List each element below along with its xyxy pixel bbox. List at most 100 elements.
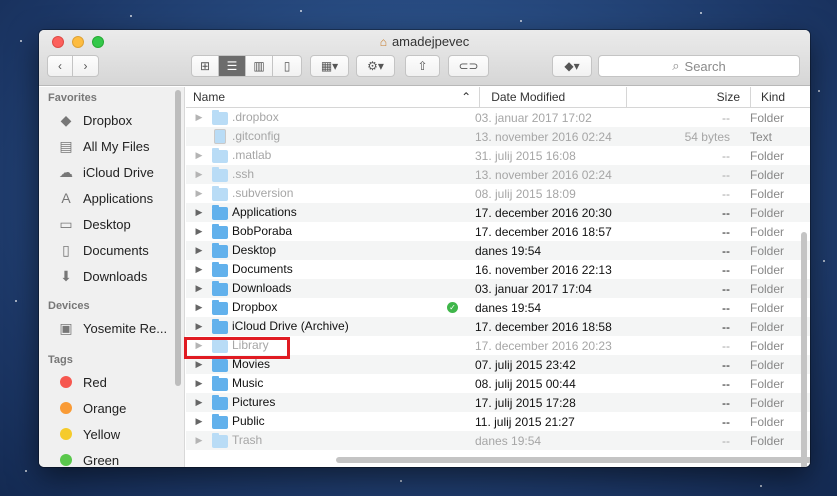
disclosure-triangle-icon[interactable]: ▶ bbox=[186, 302, 212, 313]
disclosure-triangle-icon[interactable]: ▶ bbox=[186, 397, 212, 408]
list-view-button[interactable]: ☰ bbox=[219, 56, 246, 76]
table-row[interactable]: ▶ .dropbox 03. januar 2017 17:02 -- Folder bbox=[186, 108, 810, 127]
sidebar-item-applications[interactable]: A Applications bbox=[39, 185, 184, 211]
disclosure-triangle-icon[interactable]: ▶ bbox=[186, 150, 212, 161]
file-name-cell: Pictures bbox=[212, 395, 464, 410]
sidebar-item-documents[interactable]: ▯ Documents bbox=[39, 237, 184, 263]
back-button[interactable]: ‹ bbox=[48, 56, 73, 76]
date-modified-cell: 08. julij 2015 18:09 bbox=[475, 186, 576, 201]
file-name-cell: BobPoraba bbox=[212, 224, 464, 239]
disclosure-triangle-icon[interactable]: ▶ bbox=[186, 226, 212, 237]
window-title-text: amadejpevec bbox=[391, 34, 470, 49]
table-row[interactable]: ▶ .subversion 08. julij 2015 18:09 -- Folder bbox=[186, 184, 810, 203]
sidebar-item-icloud-drive[interactable]: ☁ iCloud Drive bbox=[39, 159, 184, 185]
table-row[interactable]: ▶ Desktop danes 19:54 -- Folder bbox=[186, 241, 810, 260]
icon-view-button[interactable]: ⊞ bbox=[192, 56, 219, 76]
disclosure-triangle-icon[interactable]: ▶ bbox=[186, 359, 212, 370]
sidebar-item-downloads[interactable]: ⬇ Downloads bbox=[39, 263, 184, 289]
sync-status-icon: ✓ bbox=[447, 302, 458, 314]
table-row[interactable]: ▶ Documents 16. november 2016 22:13 -- Folde… bbox=[186, 260, 810, 279]
tags-header: Tags bbox=[48, 354, 73, 366]
sidebar-tag-red[interactable]: Red bbox=[39, 369, 184, 395]
file-name: iCloud Drive (Archive) bbox=[232, 319, 349, 334]
forward-button[interactable]: › bbox=[73, 56, 98, 76]
file-name-cell: iCloud Drive (Archive) bbox=[212, 319, 464, 334]
size-column-header[interactable]: Size bbox=[627, 87, 752, 107]
star bbox=[760, 485, 762, 487]
dropbox-icon: ◆▾ bbox=[564, 59, 580, 73]
disclosure-triangle-icon[interactable]: ▶ bbox=[186, 245, 212, 256]
file-name-cell: .subversion bbox=[212, 186, 464, 201]
disclosure-triangle-icon[interactable]: ▶ bbox=[186, 112, 212, 123]
table-row[interactable]: ▶ Downloads 03. januar 2017 17:04 -- Folder bbox=[186, 279, 810, 298]
highlight-box bbox=[184, 337, 290, 359]
dropbox-menu-button[interactable]: ◆▾ bbox=[552, 55, 592, 77]
sidebar-item-dropbox[interactable]: ◆ Dropbox bbox=[39, 107, 184, 133]
share-button[interactable]: ⇧ bbox=[405, 55, 440, 77]
sidebar-tag-yellow[interactable]: Yellow bbox=[39, 421, 184, 447]
date-modified-cell: 13. november 2016 02:24 bbox=[475, 129, 612, 144]
date-modified-cell: danes 19:54 bbox=[475, 243, 542, 258]
kind-cell: Folder bbox=[750, 433, 785, 448]
edit-tags-button[interactable]: ⊂⊃ bbox=[448, 55, 489, 77]
action-button[interactable]: ⚙▾ bbox=[356, 55, 395, 77]
disclosure-triangle-icon[interactable]: ▶ bbox=[186, 416, 212, 427]
table-row[interactable]: ▶ Public 11. julij 2015 21:27 -- Folder bbox=[186, 412, 810, 431]
table-row[interactable]: ▶ Pictures 17. julij 2015 17:28 -- Folder bbox=[186, 393, 810, 412]
file-name: .dropbox bbox=[232, 110, 279, 125]
name-column-header[interactable]: Name ⌃ bbox=[186, 87, 481, 107]
sidebar-tag-green[interactable]: Green bbox=[39, 447, 184, 467]
gear-icon: ⚙▾ bbox=[367, 59, 384, 73]
table-row[interactable]: ▶ Dropbox ✓ danes 19:54 -- Folder bbox=[186, 298, 810, 317]
folder-icon bbox=[212, 319, 228, 334]
coverflow-view-button[interactable]: ▯ bbox=[273, 56, 301, 76]
arrange-button[interactable]: ▦▾ bbox=[310, 55, 349, 77]
sidebar-item-label: Orange bbox=[83, 400, 127, 416]
all-files-icon: ▤ bbox=[59, 137, 73, 154]
table-row[interactable]: ▶ BobPoraba 17. december 2016 18:57 -- Folde… bbox=[186, 222, 810, 241]
search-field[interactable]: ⌕ Search bbox=[598, 55, 800, 77]
disclosure-triangle-icon[interactable]: ▶ bbox=[186, 169, 212, 180]
vertical-scrollbar[interactable] bbox=[801, 232, 807, 467]
folder-icon bbox=[212, 167, 228, 182]
kind-column-label: Kind bbox=[761, 90, 786, 104]
disclosure-triangle-icon[interactable]: ▶ bbox=[186, 321, 212, 332]
disclosure-triangle-icon[interactable]: ▶ bbox=[186, 283, 212, 294]
table-row[interactable]: ▶ .matlab 31. julij 2015 16:08 -- Folder bbox=[186, 146, 810, 165]
table-row[interactable]: ▶ Music 08. julij 2015 00:44 -- Folder bbox=[186, 374, 810, 393]
sidebar-scrollbar[interactable] bbox=[175, 90, 181, 386]
documents-icon: ▯ bbox=[62, 241, 70, 258]
size-cell: -- bbox=[722, 338, 730, 353]
kind-cell: Folder bbox=[750, 186, 785, 201]
horizontal-scrollbar[interactable] bbox=[336, 457, 810, 463]
size-cell: -- bbox=[722, 319, 730, 334]
disclosure-triangle-icon[interactable]: ▶ bbox=[186, 435, 212, 446]
table-row[interactable]: ▶ .ssh 13. november 2016 02:24 -- Folder bbox=[186, 165, 810, 184]
favorites-list: ◆ Dropbox ▤ All My Files ☁ iCloud Drive A Appli… bbox=[39, 107, 184, 289]
file-name: Desktop bbox=[232, 243, 277, 258]
downloads-icon: ⬇ bbox=[60, 267, 72, 284]
disclosure-triangle-icon[interactable]: ▶ bbox=[186, 188, 212, 199]
date-column-header[interactable]: Date Modified bbox=[480, 87, 628, 107]
search-placeholder: Search bbox=[684, 58, 726, 74]
column-view-button[interactable]: ▥ bbox=[246, 56, 273, 76]
star bbox=[20, 40, 22, 42]
folder-icon bbox=[212, 148, 228, 163]
disclosure-triangle-icon[interactable]: ▶ bbox=[186, 207, 212, 218]
sidebar-item-desktop[interactable]: ▭ Desktop bbox=[39, 211, 184, 237]
sidebar-item-all-my-files[interactable]: ▤ All My Files bbox=[39, 133, 184, 159]
table-row[interactable]: ▶ Applications 17. december 2016 20:30 -- Fo… bbox=[186, 203, 810, 222]
folder-icon bbox=[212, 395, 228, 410]
chevron-right-icon: › bbox=[83, 59, 88, 73]
disclosure-triangle-icon[interactable]: ▶ bbox=[186, 378, 212, 389]
sidebar-item-device[interactable]: ▣ Yosemite Re... bbox=[39, 315, 184, 341]
file-name-cell: .gitconfig bbox=[212, 129, 464, 145]
table-row[interactable]: ▶ Trash danes 19:54 -- Folder bbox=[186, 431, 810, 450]
file-name: .matlab bbox=[232, 148, 272, 163]
kind-column-header[interactable]: Kind bbox=[751, 87, 810, 107]
table-row[interactable]: .gitconfig 13. november 2016 02:24 54 byte… bbox=[186, 127, 810, 146]
table-row[interactable]: ▶ iCloud Drive (Archive) 17. december 2016… bbox=[186, 317, 810, 336]
disclosure-triangle-icon[interactable]: ▶ bbox=[186, 264, 212, 275]
sidebar-tag-orange[interactable]: Orange bbox=[39, 395, 184, 421]
size-cell: -- bbox=[722, 414, 730, 429]
